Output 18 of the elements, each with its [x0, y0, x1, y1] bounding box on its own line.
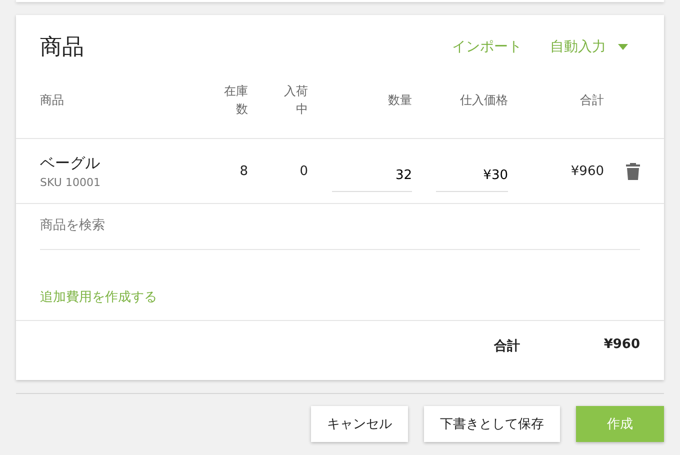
total-label: 合計: [494, 338, 520, 355]
table-cell-text: 8: [238, 164, 248, 178]
caret-icon: [618, 44, 628, 50]
trash-icon[interactable]: [626, 162, 640, 180]
column-header: 数量: [387, 92, 412, 109]
card-title: 商品: [40, 34, 84, 62]
secondary-button[interactable]: 下書きとして保存: [424, 406, 560, 442]
column-header: 仕入価格: [459, 92, 508, 109]
total-value: ¥960: [602, 337, 640, 354]
secondary-button[interactable]: キャンセル: [311, 406, 408, 442]
column-header: 商品: [40, 92, 65, 109]
product-name: ベーグル: [40, 154, 101, 172]
column-header: 入荷中: [284, 83, 308, 118]
product-sku: SKU 10001: [40, 176, 102, 188]
table-cell-text: ¥960: [570, 164, 604, 178]
column-header: 合計: [579, 92, 604, 109]
table-cell-text: 0: [298, 164, 308, 178]
column-header: 在庫数: [224, 83, 248, 118]
